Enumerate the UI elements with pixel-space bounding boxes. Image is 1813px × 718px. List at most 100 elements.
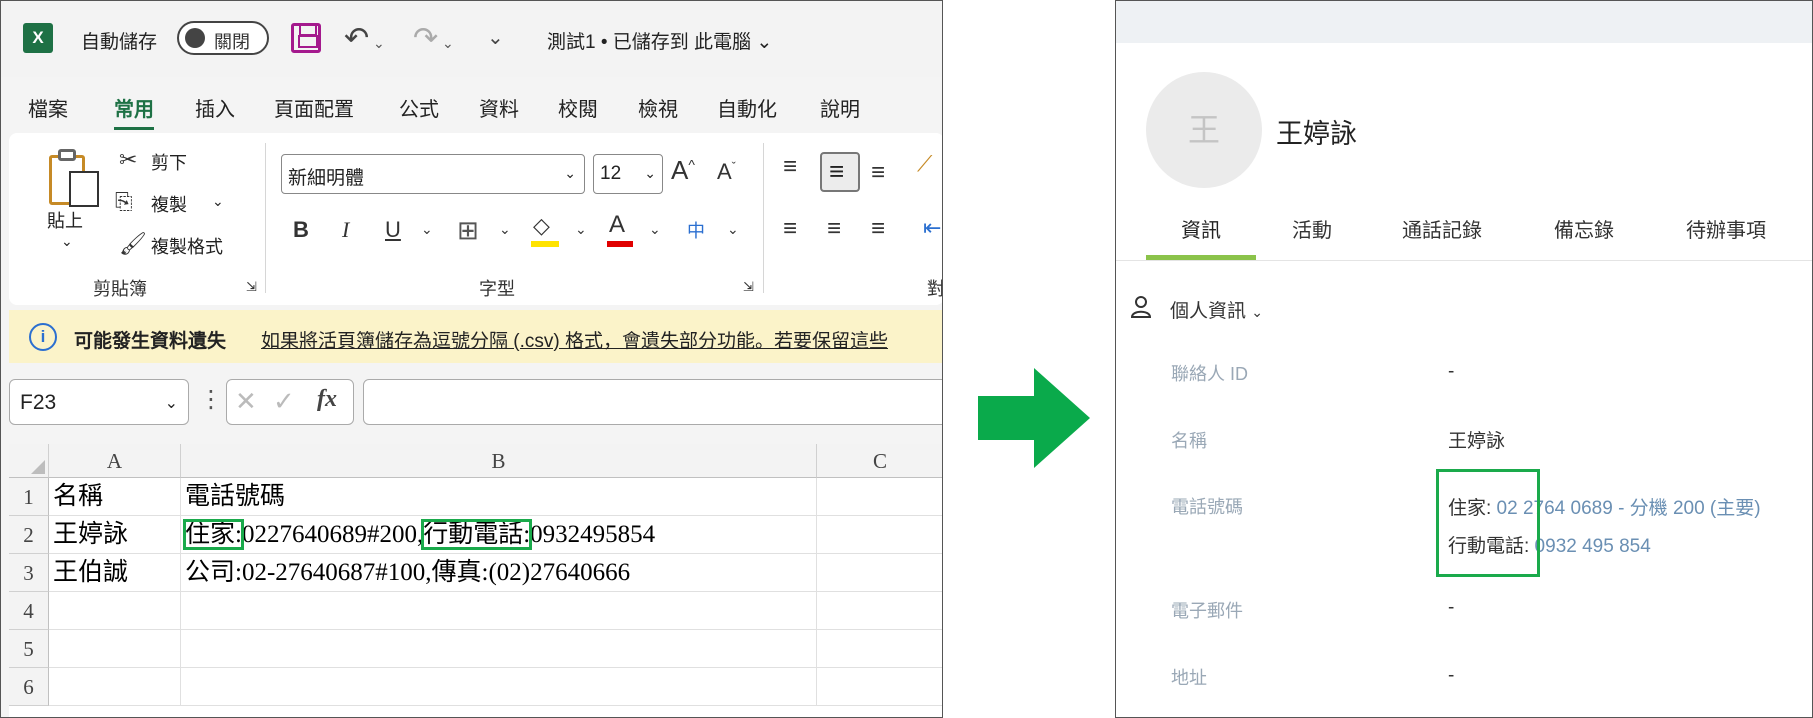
tab-todo[interactable]: 待辦事項 [1686,214,1766,243]
tab-notes[interactable]: 備忘錄 [1554,214,1614,243]
cell-b3[interactable]: 公司:02-27640687#100,傳真:(02)27640666 [181,554,817,592]
tab-view[interactable]: 檢視 [638,93,678,122]
phonetic-dropdown-icon[interactable]: ⌄ [727,221,739,238]
copy-icon[interactable]: ⎘ [115,189,133,215]
borders-dropdown-icon[interactable]: ⌄ [499,221,511,238]
cell-a2[interactable]: 王婷詠 [49,516,181,554]
tab-info[interactable]: 資訊 [1181,214,1221,243]
column-header[interactable]: A [49,444,181,478]
copy-dropdown-icon[interactable]: ⌄ [212,193,224,210]
copy-button[interactable]: 複製 [151,191,187,217]
cell-b4[interactable] [181,592,817,630]
cell-a6[interactable] [49,668,181,706]
undo-icon[interactable]: ↶ ⌄ [344,21,385,56]
info-message-link[interactable]: 如果將活頁簿儲存為逗號分隔 (.csv) 格式，會遺失部分功能。若要保留這些 [261,326,888,353]
tab-activity[interactable]: 活動 [1292,214,1332,243]
ribbon-separator [763,143,764,293]
cell-c5[interactable] [817,630,942,668]
insert-function-icon[interactable]: fx [317,386,337,413]
cell-b5[interactable] [181,630,817,668]
align-bottom-icon[interactable]: ≡ [871,159,885,187]
scissors-icon[interactable]: ✂ [119,147,137,173]
tab-page-layout[interactable]: 頁面配置 [274,93,354,122]
mobile-label-highlight: 行動電話: [421,519,533,550]
cell-c1[interactable] [817,478,942,516]
cell-a1[interactable]: 名稱 [49,478,181,516]
font-name-select[interactable]: 新細明體 ⌄ [281,154,585,194]
cell-b2[interactable]: 住家:0227640689#200,行動電話:0932495854 [181,516,817,554]
cell-c6[interactable] [817,668,942,706]
italic-icon[interactable]: I [342,217,349,243]
tab-automate[interactable]: 自動化 [717,93,777,122]
phone-label: 電話號碼 [1171,497,1243,517]
tab-file[interactable]: 檔案 [28,93,68,122]
name-value: 王婷詠 [1448,431,1506,452]
document-title[interactable]: 測試1 • 已儲存到 此電腦 ⌄ [547,27,772,54]
name-box[interactable]: F23 ⌄ [9,379,189,425]
indent-icon[interactable]: ⇤ [923,215,941,241]
align-middle-button[interactable]: ≡ [820,152,860,192]
redo-icon[interactable]: ↷ ⌄ [413,21,454,56]
cell-c4[interactable] [817,592,942,630]
font-color-dropdown-icon[interactable]: ⌄ [649,221,661,238]
more-icon[interactable]: ⋮ [199,385,223,414]
cell-b1[interactable]: 電話號碼 [181,478,817,516]
email-value: - [1448,597,1455,618]
cancel-icon[interactable]: ✕ [235,386,257,417]
font-color-icon[interactable]: A [607,211,633,247]
paste-dropdown-icon[interactable]: ⌄ [61,233,73,250]
enter-icon[interactable]: ✓ [273,386,295,417]
row-header[interactable]: 3 [9,554,49,592]
cut-button[interactable]: 剪下 [151,149,187,175]
fill-color-dropdown-icon[interactable]: ⌄ [575,221,587,238]
contact-id-label: 聯絡人 ID [1171,364,1249,384]
paste-label[interactable]: 貼上 [47,207,83,233]
row-header[interactable]: 4 [9,592,49,630]
font-size-select[interactable]: 12 ⌄ [593,154,663,194]
underline-icon[interactable]: U [385,217,401,243]
shrink-font-icon[interactable]: Aˇ [717,159,736,185]
row-header[interactable]: 2 [9,516,49,554]
cell-c3[interactable] [817,554,942,592]
cell-b6[interactable] [181,668,817,706]
borders-icon[interactable]: ⊞ [457,215,479,246]
cell-a5[interactable] [49,630,181,668]
cell-a3[interactable]: 王伯誠 [49,554,181,592]
align-right-icon[interactable]: ≡ [871,215,885,243]
align-center-icon[interactable]: ≡ [827,215,841,243]
tab-insert[interactable]: 插入 [195,93,235,122]
autosave-toggle[interactable]: 關閉 [177,21,269,55]
tab-home[interactable]: 常用 [114,93,154,130]
tab-help[interactable]: 說明 [820,93,860,122]
align-left-icon[interactable]: ≡ [783,215,797,243]
underline-dropdown-icon[interactable]: ⌄ [421,221,433,238]
cell-c2[interactable] [817,516,942,554]
formula-input[interactable] [363,379,942,425]
row-header[interactable]: 6 [9,668,49,706]
bold-icon[interactable]: B [293,217,309,243]
align-top-icon[interactable]: ≡ [783,153,797,181]
phone-mobile-link[interactable]: 0932 495 854 [1529,536,1651,557]
column-header[interactable]: C [817,444,942,478]
clipboard-launcher-icon[interactable]: ⇲ [246,279,257,295]
phonetic-icon[interactable]: 中 [687,217,705,243]
cell-a4[interactable] [49,592,181,630]
tab-call-log[interactable]: 通話記錄 [1402,214,1482,243]
font-launcher-icon[interactable]: ⇲ [743,279,754,295]
format-painter-icon[interactable]: 🖌 [119,231,147,257]
format-painter-button[interactable]: 複製格式 [151,233,223,259]
orientation-icon[interactable]: ⟋ [917,151,932,177]
row-header[interactable]: 5 [9,630,49,668]
tab-data[interactable]: 資料 [479,93,519,122]
paste-icon[interactable] [49,149,103,209]
grow-font-icon[interactable]: A^ [671,155,695,186]
row-header[interactable]: 1 [9,478,49,516]
tab-review[interactable]: 校閱 [558,93,598,122]
select-all-corner[interactable] [9,444,49,478]
fill-color-icon[interactable]: ◇ [531,213,559,247]
section-personal-info[interactable]: 個人資訊 ⌄ [1170,296,1263,323]
column-header[interactable]: B [181,444,817,478]
save-icon[interactable] [291,23,321,53]
customize-toolbar-icon[interactable]: ⌄ [487,25,504,50]
tab-formulas[interactable]: 公式 [399,93,439,122]
